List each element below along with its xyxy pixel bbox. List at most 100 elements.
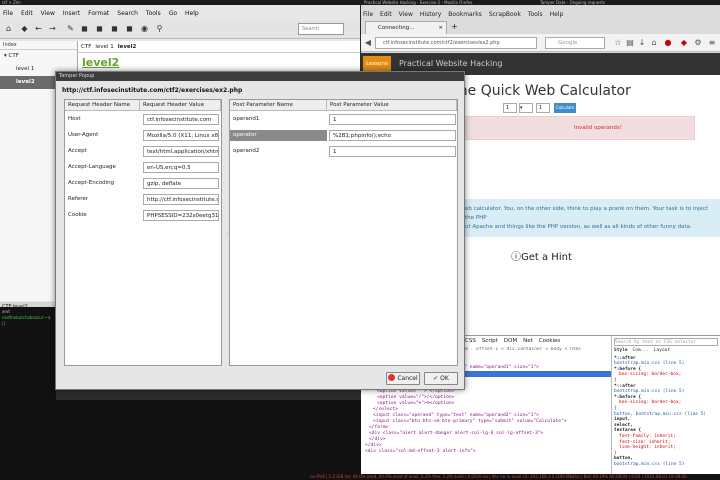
menu-search[interactable]: Search (117, 8, 138, 19)
request-headers-table: Request Header Name Request Header Value… (64, 99, 222, 366)
param-value-input-active[interactable]: %2B1;phpinfo();echo (329, 130, 456, 141)
menu-format[interactable]: Format (88, 8, 109, 19)
header-name: Accept-Encoding (68, 180, 115, 186)
ff-menu-tools[interactable]: Tools (528, 11, 543, 18)
back-icon[interactable]: ◀ (363, 38, 373, 48)
column-header[interactable]: Post Parameter Value (327, 100, 457, 111)
selector-search-input[interactable]: Search by text or CSS selector (614, 338, 718, 346)
back-arrow-icon[interactable]: ← (34, 24, 43, 33)
bold-icon[interactable]: ◼ (80, 24, 89, 33)
back-icon[interactable]: ◆ (20, 24, 29, 33)
menu-icon[interactable]: ≡ (707, 38, 717, 48)
tab-label: Connecting... (378, 25, 415, 31)
menu-file[interactable]: File (3, 8, 13, 19)
operand1-input[interactable]: 1 (503, 103, 517, 113)
eye-icon[interactable]: ◉ (140, 24, 149, 33)
info-icon: ⓘ (511, 252, 521, 263)
header-name: User-Agent (68, 132, 99, 138)
lessons-button[interactable]: Lessons (363, 56, 391, 72)
ublock-icon[interactable]: ◆ (679, 38, 689, 48)
calculate-button[interactable]: Calculate (554, 103, 576, 113)
reader-icon[interactable]: ▤ (625, 38, 635, 48)
layout-tab[interactable]: Layout (654, 348, 670, 353)
link-icon[interactable]: ⚲ (155, 24, 164, 33)
page-title: level2 (82, 56, 120, 69)
system-status-bar: no IPv6 | 1.2 GiB (or: 94.0% used, 94.9%… (0, 474, 720, 480)
tamper-popup-dialog: Tamper Popup http://ctf.infosecinstitute… (55, 71, 465, 390)
param-name: operand1 (233, 116, 260, 122)
download-icon[interactable]: ↓ (637, 38, 647, 48)
navigation-bar: ◀ ctf.infosecinstitute.com/ctf2/exercise… (361, 34, 720, 52)
header-value-input[interactable]: Mozilla/5.0 (X11; Linux x86_6 (143, 130, 219, 141)
search-box[interactable]: Google (545, 37, 605, 49)
ff-menu-view[interactable]: View (399, 11, 413, 18)
page-path-tabs: CTF level 1 level2 (78, 41, 360, 53)
zim-toolbar: ⌂ ◆ ← → ✎ ◼ ◼ ◼ ◼ ◉ ⚲ Search (0, 20, 360, 39)
forward-arrow-icon[interactable]: → (48, 24, 57, 33)
column-header[interactable]: Request Header Value (140, 100, 221, 111)
param-value-input[interactable]: 1 (329, 114, 456, 125)
param-name-selected: operator (230, 130, 327, 141)
path-tab-level1[interactable]: level 1 (95, 44, 113, 50)
computed-tab[interactable]: Com... (633, 348, 649, 353)
splitter-handle[interactable]: ⋮ (225, 232, 230, 240)
menu-go[interactable]: Go (169, 8, 177, 19)
column-header[interactable]: Post Parameter Name (230, 100, 327, 111)
edit-icon[interactable]: ✎ (66, 24, 75, 33)
ff-menu-history[interactable]: History (420, 11, 441, 18)
header-value-input[interactable]: PHPSESSID=232s0eetg31r7 (143, 210, 219, 221)
star-icon[interactable]: ☆ (613, 38, 623, 48)
firefox-menubar: File Edit View History Bookmarks ScrapBook Too… (363, 10, 570, 20)
terminal[interactable]: xrvt nedthebutchabezzur:~$ [] (0, 307, 56, 475)
terminal-prompt: nedthebutchabezzur:~$ [] (2, 315, 51, 326)
style-tab[interactable]: Style (614, 348, 628, 353)
header-value-input[interactable]: ctf.infosecinstitute.com (143, 114, 219, 125)
underline-icon[interactable]: ◼ (110, 24, 119, 33)
italic-icon[interactable]: ◼ (95, 24, 104, 33)
menu-edit[interactable]: Edit (21, 8, 33, 19)
code-line[interactable]: <div class="col-md-offset-3 alert-info"> (365, 449, 611, 455)
settings-icon[interactable]: ⚙ (693, 38, 703, 48)
ff-menu-edit[interactable]: Edit (380, 11, 392, 18)
devtab-cookies[interactable]: Cookies (539, 338, 561, 344)
header-value-input[interactable]: en-US,en;q=0.5 (143, 162, 219, 173)
zoom-icon[interactable]: ◼ (125, 24, 134, 33)
home-icon[interactable]: ⌂ (4, 24, 13, 33)
info-line-1: eb calculator. You, on the other side, t… (465, 206, 708, 221)
param-value-input[interactable]: 1 (329, 146, 456, 157)
browser-tab[interactable]: Connecting... × (365, 21, 447, 34)
new-tab-icon[interactable]: + (451, 22, 458, 31)
ff-menu-scrapbook[interactable]: ScrapBook (489, 11, 521, 18)
tree-item-ctf[interactable]: ▾ CTF (0, 50, 77, 63)
menu-insert[interactable]: Insert (63, 8, 80, 19)
menu-view[interactable]: View (41, 8, 55, 19)
addon-icon[interactable]: ● (663, 38, 673, 48)
path-tab-level2[interactable]: level2 (118, 44, 137, 50)
style-source[interactable]: bootstrap.min.css (line 5) (614, 462, 718, 468)
devtab-dom[interactable]: DOM (504, 338, 517, 344)
ff-menu-help[interactable]: Help (550, 11, 564, 18)
ok-button[interactable]: ✔ OK (424, 372, 458, 385)
get-hint-link[interactable]: ⓘGet a Hint (511, 248, 572, 263)
ff-menu-bookmarks[interactable]: Bookmarks (448, 11, 482, 18)
devtab-net[interactable]: Net (523, 338, 533, 344)
operator-select[interactable]: ▾ (519, 103, 533, 113)
ff-menu-file[interactable]: File (363, 11, 373, 18)
header-value-input[interactable]: http://ctf.infosecinstitute.com/c (143, 194, 219, 205)
menu-help[interactable]: Help (185, 8, 199, 19)
home-icon[interactable]: ⌂ (649, 38, 659, 48)
cancel-button[interactable]: Cancel (386, 372, 420, 385)
url-bar[interactable]: ctf.infosecinstitute.com/ctf2/exercises/… (375, 37, 537, 49)
zim-menubar: File Edit View Insert Format Search Tools Go Hel… (3, 8, 207, 19)
devtab-css[interactable]: CSS (465, 338, 476, 344)
menu-tools[interactable]: Tools (146, 8, 161, 19)
operand2-input[interactable]: 1 (536, 103, 550, 113)
path-tab-ctf[interactable]: CTF (81, 44, 91, 50)
check-icon: ✔ (433, 375, 439, 382)
devtab-script[interactable]: Script (482, 338, 498, 344)
header-value-input[interactable]: gzip, deflate (143, 178, 219, 189)
header-value-input[interactable]: text/html,application/xhtml+xm (143, 146, 219, 157)
column-header[interactable]: Request Header Name (65, 100, 140, 111)
info-line-2: ut Apache and things like the PHP versio… (465, 224, 692, 230)
zim-search-input[interactable]: Search (298, 23, 344, 35)
